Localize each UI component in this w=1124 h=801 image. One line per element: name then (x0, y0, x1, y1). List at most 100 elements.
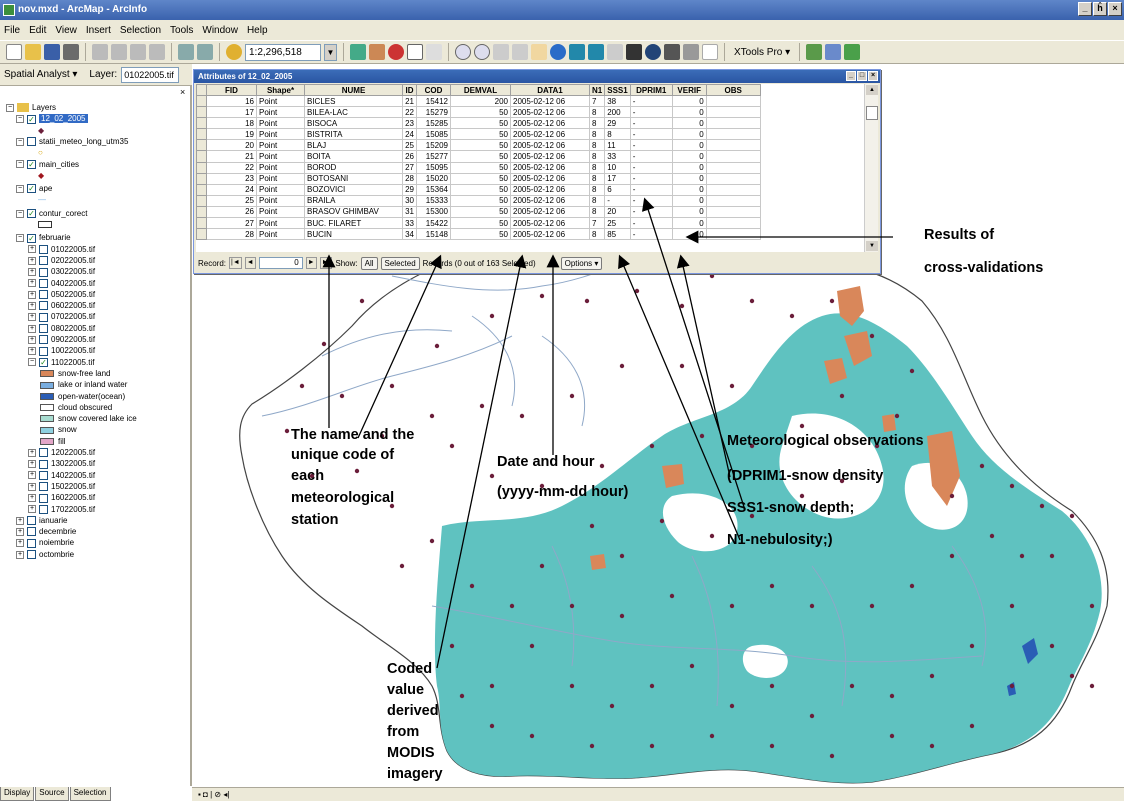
table-row[interactable]: 27 Point BUC. FILARET 33 15422 50 2005-02-12 0… (196, 217, 761, 230)
table-cell[interactable]: 29 (402, 183, 417, 196)
station-point[interactable] (1009, 483, 1015, 489)
table-cell[interactable]: 85 (604, 228, 631, 241)
station-point[interactable] (519, 413, 525, 419)
table-cell[interactable]: 20 (604, 205, 631, 219)
table-cell[interactable]: 2005-02-12 06 (510, 172, 590, 185)
station-point[interactable] (1049, 553, 1055, 559)
row-selector[interactable] (196, 106, 207, 119)
toc-raster-item[interactable]: +13022005.tif (28, 458, 95, 470)
attribute-table-title-bar[interactable]: Attributes of 12_02_2005 _ □ × (194, 70, 880, 83)
table-cell[interactable]: 2005-02-12 06 (510, 161, 590, 174)
station-point[interactable] (909, 583, 915, 589)
toc-group[interactable]: + noiembrie (16, 537, 74, 549)
station-point[interactable] (569, 393, 575, 399)
table-cell[interactable]: 2005-02-12 06 (510, 94, 590, 108)
table-cell[interactable]: Point (256, 228, 305, 241)
table-row[interactable]: 16 Point BICLES 21 15412 200 2005-02-12 06 7 38-… (196, 94, 761, 108)
table-cell[interactable]: 0 (671, 217, 707, 230)
station-point[interactable] (809, 713, 815, 719)
table-cell[interactable]: 8 (588, 205, 606, 219)
table-cell[interactable]: 24 (402, 128, 417, 141)
table-cell[interactable]: - (629, 183, 673, 196)
toc-layer[interactable]: − ✓ 12_02_2005 (16, 113, 88, 125)
tab-selection[interactable]: Selection (69, 787, 111, 801)
table-cell[interactable]: 18 (206, 117, 257, 130)
station-point[interactable] (689, 663, 695, 669)
table-cell[interactable]: 25 (206, 194, 257, 207)
table-cell[interactable]: 27 (402, 161, 417, 174)
table-cell[interactable] (705, 217, 761, 230)
table-cell[interactable]: 2005-02-12 06 (510, 139, 590, 152)
table-cell[interactable]: 20 (206, 139, 257, 152)
table-row[interactable]: 17 Point BILEA-LAC 22 15279 50 2005-02-12 06 8 2… (196, 106, 761, 119)
scale-dropdown-icon[interactable]: ▼ (324, 43, 337, 61)
table-row[interactable]: 22 Point BOROD 27 15095 50 2005-02-12 06 8 10-0 (196, 161, 761, 174)
table-row[interactable]: 26 Point BRASOV GHIMBAV 31 15300 50 2005-02-12… (196, 205, 761, 219)
table-cell[interactable]: 50 (450, 139, 511, 152)
row-selector[interactable] (196, 117, 207, 130)
table-cell[interactable]: 50 (450, 117, 511, 130)
table-cell[interactable]: Point (256, 128, 305, 141)
station-point[interactable] (769, 683, 775, 689)
station-point[interactable] (839, 393, 845, 399)
station-point[interactable] (729, 603, 735, 609)
table-cell[interactable]: 50 (450, 183, 511, 196)
station-point[interactable] (649, 683, 655, 689)
menu-view[interactable]: View (55, 25, 77, 36)
tab-display[interactable]: Display (0, 787, 35, 801)
table-cell[interactable]: 2005-02-12 06 (510, 150, 590, 163)
station-point[interactable] (569, 683, 575, 689)
station-point[interactable] (869, 603, 875, 609)
zoom-out-icon[interactable] (474, 44, 490, 60)
menu-tools[interactable]: Tools (170, 25, 193, 36)
toc-group[interactable]: + ianuarie (16, 515, 67, 527)
toc-layer[interactable]: − statii_meteo_long_utm35 (16, 136, 128, 148)
station-point[interactable] (449, 443, 455, 449)
table-cell[interactable]: 25 (402, 139, 417, 152)
table-cell[interactable]: 2005-02-12 06 (510, 128, 590, 141)
station-point[interactable] (449, 643, 455, 649)
table-cell[interactable] (705, 161, 761, 174)
station-point[interactable] (1009, 683, 1015, 689)
station-point[interactable] (569, 603, 575, 609)
table-cell[interactable]: 8 (588, 228, 606, 241)
station-point[interactable] (709, 733, 715, 739)
pencil-icon[interactable] (369, 44, 385, 60)
table-cell[interactable]: 15148 (416, 228, 451, 241)
print-icon[interactable] (63, 44, 79, 60)
station-point[interactable] (434, 343, 440, 349)
column-header[interactable]: NUME (304, 84, 403, 96)
station-point[interactable] (354, 468, 360, 474)
station-point[interactable] (1039, 503, 1045, 509)
copy-icon[interactable] (111, 44, 127, 60)
station-point[interactable] (909, 368, 915, 374)
table-cell[interactable]: 2005-02-12 06 (510, 205, 590, 219)
arctoolbox-icon[interactable] (388, 44, 404, 60)
select-elements-pointer-icon[interactable] (626, 44, 642, 60)
table-cell[interactable]: Point (256, 205, 305, 219)
table-cell[interactable]: 50 (450, 128, 511, 141)
table-cell[interactable]: Point (256, 106, 305, 119)
table-cell[interactable]: 29 (604, 117, 631, 130)
station-point[interactable] (619, 363, 625, 369)
row-selector[interactable] (196, 183, 207, 196)
station-point[interactable] (749, 298, 755, 304)
toc-group[interactable]: + octombrie (16, 549, 74, 561)
table-cell[interactable]: Point (256, 194, 305, 207)
find-binoculars-icon[interactable] (664, 44, 680, 60)
column-header[interactable]: DEMVAL (450, 84, 511, 96)
fixed-zoom-in-icon[interactable] (493, 44, 509, 60)
station-point[interactable] (529, 643, 535, 649)
column-header[interactable]: ID (402, 84, 417, 96)
table-cell[interactable]: 8 (588, 117, 606, 130)
table-cell[interactable] (705, 117, 761, 130)
station-point[interactable] (489, 723, 495, 729)
table-cell[interactable]: 0 (671, 106, 707, 119)
attr-maximize-button[interactable]: □ (857, 71, 867, 81)
toc-raster-item[interactable]: +12022005.tif (28, 447, 95, 459)
scroll-up-icon[interactable]: ▲ (866, 85, 878, 95)
table-cell[interactable]: - (604, 194, 631, 207)
station-point[interactable] (589, 523, 595, 529)
column-header[interactable]: COD (416, 84, 451, 96)
station-point[interactable] (969, 723, 975, 729)
